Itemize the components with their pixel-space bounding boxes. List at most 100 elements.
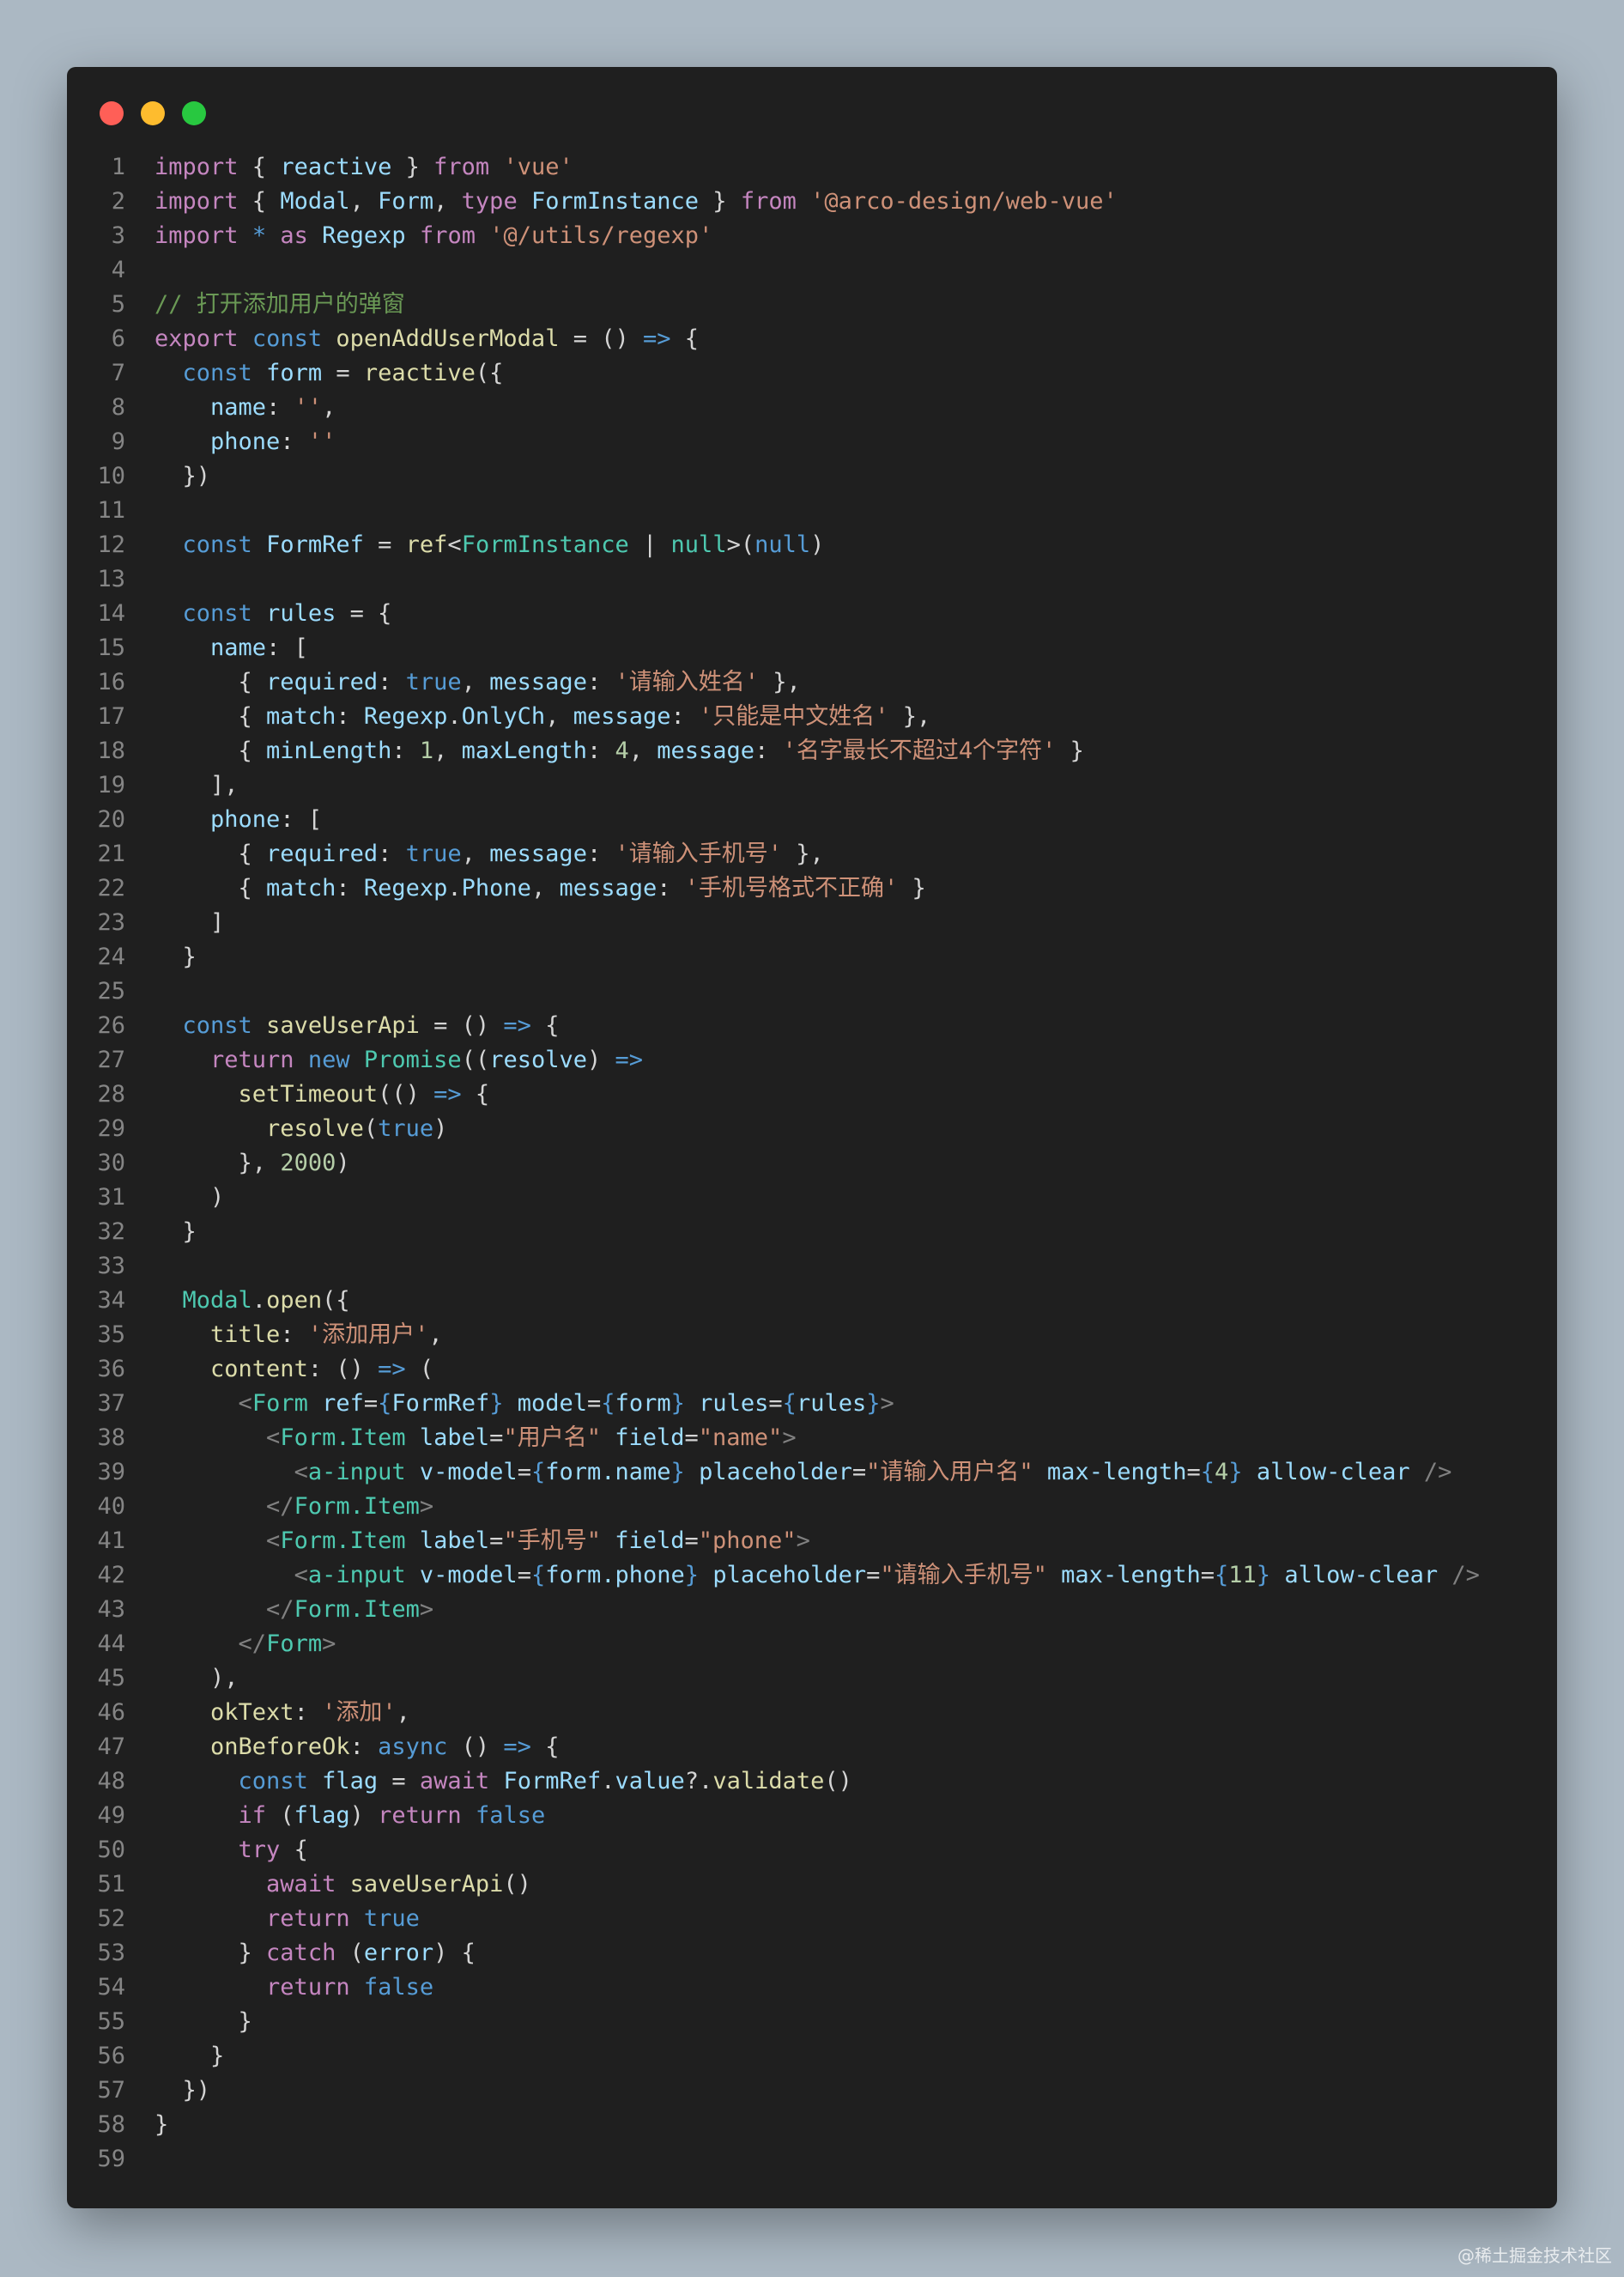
code-token: Modal	[280, 188, 350, 215]
line-number: 51	[97, 1871, 125, 1897]
code-token: return	[266, 1905, 350, 1932]
code-token: =	[684, 1424, 699, 1451]
line-source: title: '添加用户',	[125, 1318, 443, 1352]
code-line: 11	[67, 494, 1557, 528]
code-editor[interactable]: 1 import { reactive } from 'vue' 2 import {…	[67, 150, 1557, 2177]
code-token: Form.Item	[280, 1527, 406, 1554]
line-source: { match: Regexp.OnlyCh, message: '只能是中文姓…	[125, 700, 931, 734]
code-token: = ()	[559, 325, 643, 352]
line-source: }	[125, 940, 197, 975]
code-token: from	[419, 222, 476, 249]
code-token: =>	[643, 325, 671, 352]
code-token: ) {	[433, 1940, 476, 1966]
line-source: })	[125, 2074, 211, 2108]
code-token: 1	[419, 738, 434, 764]
window-controls	[100, 101, 206, 125]
code-token: =	[378, 1768, 420, 1794]
code-line: 52 return true	[67, 1902, 1557, 1936]
code-token: ,	[461, 669, 490, 695]
code-token: 2000	[280, 1150, 336, 1176]
code-token: <	[266, 1424, 281, 1451]
code-token: (	[336, 1940, 364, 1966]
code-token: =>	[378, 1356, 406, 1382]
code-token: phone	[210, 428, 281, 455]
line-source: <a-input v-model={form.name} placeholder…	[125, 1455, 1452, 1490]
code-token: :	[378, 669, 406, 695]
code-token: />	[1423, 1459, 1452, 1485]
code-token: const	[182, 360, 252, 386]
line-number: 8	[111, 394, 125, 421]
code-token: .	[601, 1768, 615, 1794]
code-token: return	[378, 1802, 462, 1829]
code-line: 17 { match: Regexp.OnlyCh, message: '只能是…	[67, 700, 1557, 734]
code-token: >	[419, 1596, 434, 1623]
code-token: },	[155, 1150, 281, 1176]
code-token: async	[378, 1734, 448, 1760]
code-line: 53 } catch (error) {	[67, 1936, 1557, 1970]
code-token: <	[238, 1390, 252, 1417]
code-line: 25	[67, 975, 1557, 1009]
code-line: 49 if (flag) return false	[67, 1799, 1557, 1833]
line-source: const flag = await FormRef.value?.valida…	[125, 1764, 852, 1799]
code-token: OnlyCh	[461, 703, 546, 730]
code-token: }	[898, 875, 926, 902]
code-token: Regexp	[322, 222, 406, 249]
code-line: 34 Modal.open({	[67, 1284, 1557, 1318]
code-token: =	[322, 360, 364, 386]
zoom-window-button[interactable]	[182, 101, 206, 125]
code-token: "手机号"	[503, 1527, 601, 1554]
code-token: '@arco-design/web-vue'	[810, 188, 1118, 215]
code-token: return	[266, 1974, 350, 2001]
line-number: 2	[111, 188, 125, 215]
code-token: 'vue'	[503, 154, 573, 180]
code-line: 35 title: '添加用户',	[67, 1318, 1557, 1352]
code-token: validate	[712, 1768, 825, 1794]
line-source: okText: '添加',	[125, 1696, 410, 1730]
code-token: FormInstance	[530, 188, 700, 215]
code-token: FormInstance	[461, 531, 629, 558]
code-token: FormRef	[391, 1390, 490, 1417]
code-token: Form	[251, 1390, 308, 1417]
code-token: )	[810, 531, 825, 558]
line-number: 29	[97, 1115, 125, 1142]
code-token: ''	[307, 428, 336, 455]
code-line: 23 ]	[67, 906, 1557, 940]
line-number: 49	[97, 1802, 125, 1829]
code-token: "请输入手机号"	[880, 1562, 1047, 1588]
close-window-button[interactable]	[100, 101, 124, 125]
code-token: }	[1228, 1459, 1243, 1485]
code-token: required	[266, 841, 379, 867]
minimize-window-button[interactable]	[141, 101, 165, 125]
code-line: 2 import { Modal, Form, type FormInstance…	[67, 185, 1557, 219]
code-line: 56 }	[67, 2039, 1557, 2074]
code-token: =	[517, 1459, 531, 1485]
code-token: {	[1215, 1562, 1229, 1588]
line-number: 44	[97, 1630, 125, 1657]
code-token: }	[155, 2111, 169, 2138]
code-token: ref	[405, 531, 448, 558]
code-token: label	[419, 1424, 490, 1451]
line-source: }	[125, 2005, 252, 2039]
code-token: field	[615, 1527, 685, 1554]
code-token: =	[1186, 1459, 1201, 1485]
code-token: "用户名"	[503, 1424, 601, 1451]
